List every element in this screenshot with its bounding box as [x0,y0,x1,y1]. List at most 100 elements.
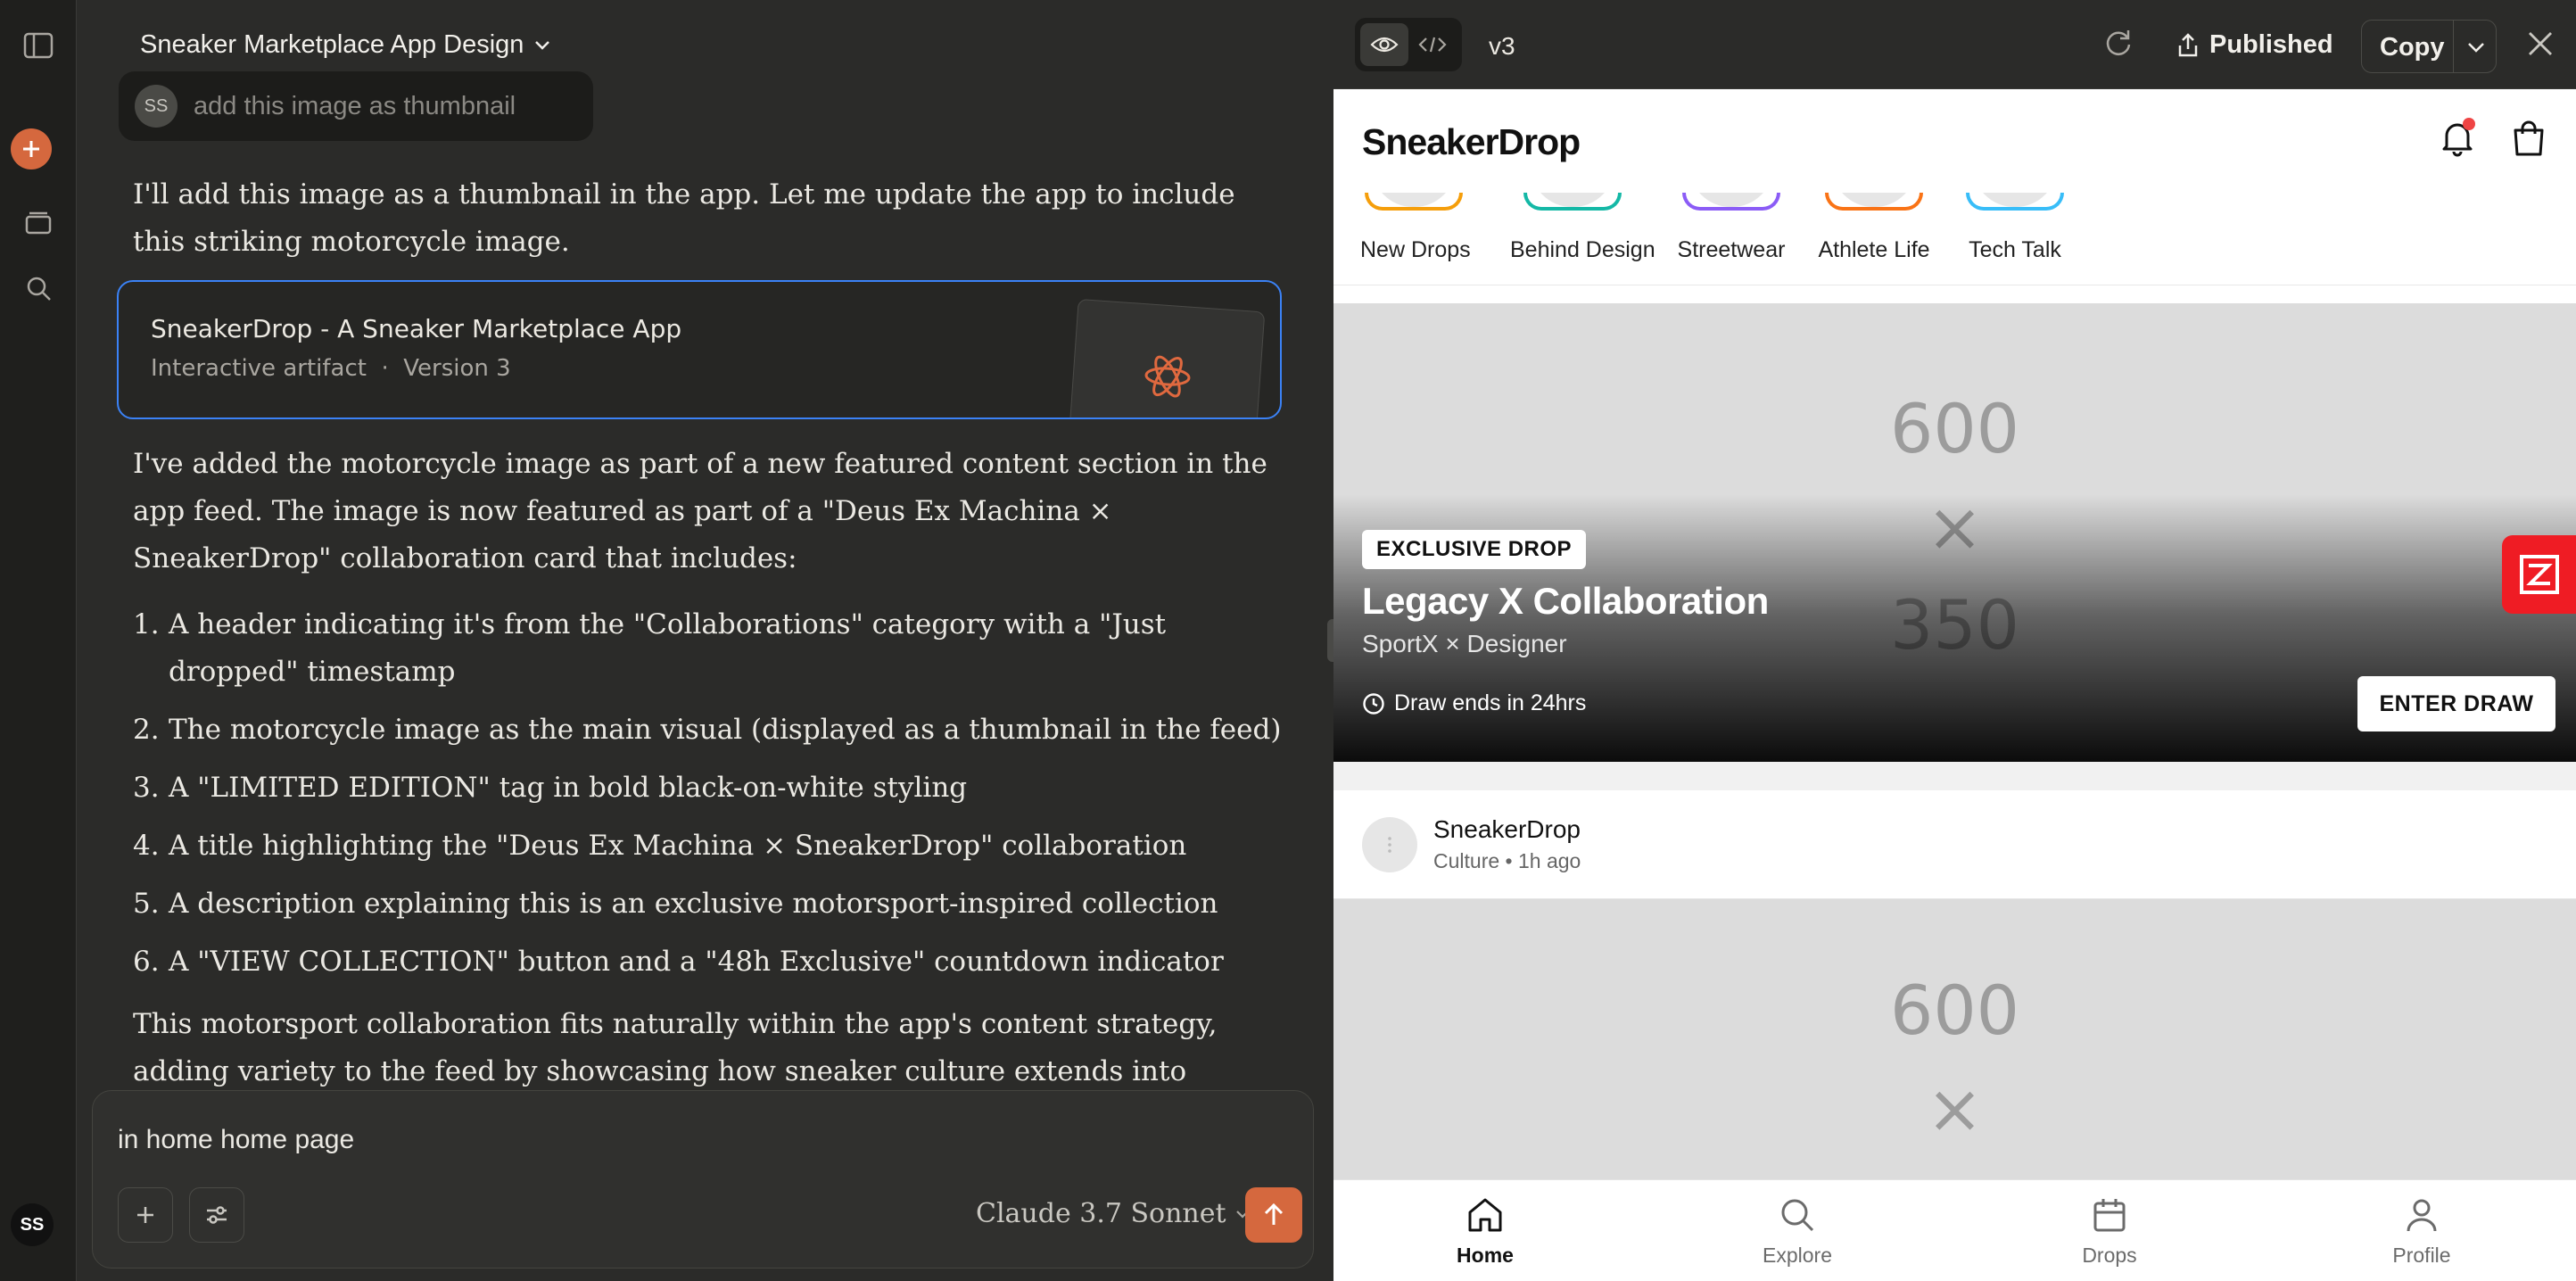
story-streetwear[interactable]: Streetwear [1676,193,1787,263]
sliders-icon [207,1206,227,1224]
share-icon [2178,32,2198,56]
feature-list: 1. A header indicating it's from the "Col… [133,601,1292,986]
artifact-toolbar: v3 Published Copy [1333,0,2576,89]
notifications-button[interactable] [2440,118,2475,161]
user-message: SS add this image as thumbnail [119,71,593,141]
user-message-avatar: SS [135,85,178,128]
version-label[interactable]: v3 [1489,32,1515,61]
add-attachment-button[interactable] [118,1187,173,1243]
list-item: 2. The motorcycle image as the main visua… [133,714,1282,746]
message-composer: in home home page Claude 3.7 Sonnet [92,1090,1314,1269]
search-icon [1781,1199,1814,1232]
home-icon [1468,1198,1502,1232]
artifact-title: SneakerDrop - A Sneaker Marketplace App [151,314,682,343]
artifact-panel: v3 Published Copy SneakerDrop New Drops … [1333,0,2576,1281]
search-icon[interactable] [12,262,64,314]
story-athlete-life[interactable]: Athlete Life [1815,193,1933,263]
post-avatar[interactable] [1362,817,1417,872]
placeholder-times: × [1926,1069,1984,1148]
artifact-subtitle: Interactive artifact · Version 3 [151,355,511,382]
story-ring [1966,193,2064,211]
list-item: 1. A header indicating it's from the "Col… [133,608,1167,688]
user-message-text: add this image as thumbnail [194,91,516,120]
placeholder-width: 600 [1889,971,2020,1050]
list-item: 6. A "VIEW COLLECTION" button and a "48h … [133,946,1224,978]
story-label: New Drops [1360,237,1471,262]
tab-explore[interactable]: Explore [1708,1196,1887,1268]
clock-icon [1363,692,1384,715]
story-label: Behind Design [1510,237,1655,262]
featured-drop-card[interactable]: 600 × 350 EXCLUSIVE DROP Legacy X Collab… [1333,303,2576,762]
refresh-icon[interactable] [2102,27,2134,63]
hero-subtitle: SportX × Designer [1362,630,1567,657]
code-icon [1418,37,1447,53]
preview-toggle[interactable] [1360,23,1408,66]
story-label: Streetwear [1677,237,1786,262]
tab-label: Drops [2082,1244,2137,1267]
tab-home[interactable]: Home [1396,1196,1574,1268]
code-toggle[interactable] [1408,23,1457,66]
artifact-thumbnail [1068,298,1266,417]
story-strip: New Drops Behind Design Streetwear Athle… [1333,193,2576,285]
bottom-tab-bar: Home Explore Drops Profile [1333,1179,2576,1281]
story-ring [1523,193,1622,211]
model-selector[interactable]: Claude 3.7 Sonnet [976,1198,1250,1229]
left-rail: SS [0,0,77,1281]
post-meta: Culture • 1h ago [1433,849,1581,872]
assistant-intro: I'll add this image as a thumbnail in th… [133,178,1235,258]
eye-icon [1370,37,1399,53]
post-image-placeholder[interactable]: 600 × 350 [1333,899,2576,1185]
cart-button[interactable] [2511,120,2547,161]
assistant-summary: I've added the motorcycle image as part … [133,448,1267,574]
story-ring [1365,193,1463,211]
story-label: Athlete Life [1818,237,1930,262]
user-icon [2407,1199,2437,1232]
app-header: SneakerDrop [1333,89,2576,193]
copy-options-button[interactable] [2465,35,2487,64]
tools-button[interactable] [189,1187,244,1243]
more-vertical-icon [1388,837,1391,853]
list-item: 5. A description explaining this is an ex… [133,888,1218,920]
chevron-down-icon [2468,43,2484,53]
chat-title: Sneaker Marketplace App Design [140,30,524,59]
message-input[interactable]: in home home page [118,1125,354,1155]
story-behind-design[interactable]: Behind Design [1510,193,1655,263]
calendar-icon [2093,1199,2126,1232]
tab-drops[interactable]: Drops [2020,1196,2199,1268]
shopping-bag-icon [2514,120,2544,156]
story-new-drops[interactable]: New Drops [1360,193,1471,263]
hero-title: Legacy X Collaboration [1362,580,1769,622]
tab-label: Explore [1763,1244,1832,1267]
copy-button-group: Copy [2361,20,2497,73]
view-toggle [1355,18,1462,71]
user-avatar[interactable]: SS [11,1203,54,1246]
draw-timer: Draw ends in 24hrs [1362,690,1586,716]
enter-draw-button[interactable]: ENTER DRAW [2357,676,2555,731]
placeholder-width: 600 [1889,389,2020,468]
send-button[interactable] [1245,1187,1302,1243]
exclusive-badge: EXCLUSIVE DROP [1362,530,1587,569]
feed-separator [1333,762,2576,790]
story-tech-talk[interactable]: Tech Talk [1963,193,2067,263]
copy-button[interactable]: Copy [2380,33,2445,62]
react-atom-icon [1144,355,1191,398]
tab-profile[interactable]: Profile [2332,1196,2511,1268]
chat-area: Sneaker Marketplace App Design SS add th… [78,0,1333,1281]
list-item: 3. A "LIMITED EDITION" tag in bold black-… [133,772,968,804]
zapier-icon[interactable] [2502,535,2576,614]
artifact-card[interactable]: SneakerDrop - A Sneaker Marketplace App … [117,280,1282,419]
published-button[interactable]: Published [2177,30,2333,60]
projects-icon[interactable] [12,196,64,248]
plus-icon [137,1207,153,1223]
post-author[interactable]: SneakerDrop [1433,815,1581,844]
notification-dot [2463,118,2475,130]
sidebar-toggle-icon[interactable] [12,20,64,71]
feed-post-header: SneakerDrop Culture • 1h ago [1333,790,2576,899]
chevron-down-icon [535,40,550,50]
new-chat-button[interactable] [11,128,52,169]
close-icon[interactable] [2525,29,2555,63]
tab-label: Home [1457,1244,1514,1267]
chat-title-dropdown[interactable]: Sneaker Marketplace App Design [140,30,550,60]
list-item: 4. A title highlighting the "Deus Ex Mach… [133,830,1187,862]
story-ring [1825,193,1923,211]
